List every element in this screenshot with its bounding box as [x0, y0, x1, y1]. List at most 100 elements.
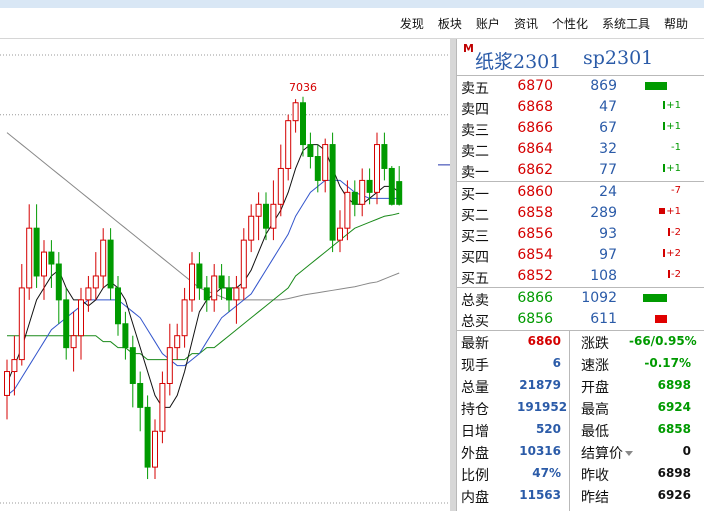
- ask-price: 6864: [517, 141, 553, 157]
- menu-help[interactable]: 帮助: [664, 15, 688, 32]
- stat-label: 总量: [461, 380, 489, 396]
- menu-personalize[interactable]: 个性化: [552, 15, 588, 32]
- candle-body: [211, 275, 218, 301]
- menu-system-tools[interactable]: 系统工具: [602, 15, 650, 32]
- candle-body: [366, 179, 373, 193]
- candle-body: [396, 181, 403, 205]
- bid-volume: 289: [590, 205, 617, 221]
- total-ask-volume: 1092: [581, 290, 617, 306]
- candle-body: [100, 239, 107, 277]
- total-bid-price: 6856: [517, 311, 553, 327]
- bid-row[interactable]: 买三 6856 93 -2: [457, 224, 704, 245]
- stat-value: 191952: [517, 400, 568, 414]
- stat-label: 开盘: [581, 380, 609, 396]
- total-bid-label: 总买: [461, 314, 489, 330]
- bid-label: 买五: [461, 271, 489, 287]
- ask-row[interactable]: 卖五 6870 869: [457, 76, 704, 97]
- ask-price: 6870: [517, 78, 553, 94]
- stats-row: 持仓 191952 最高 6924: [457, 397, 704, 419]
- ma5-line: [6, 144, 400, 408]
- stats-row: 外盘 10316 结算价 0: [457, 441, 704, 463]
- candle-body: [314, 156, 321, 181]
- candle-body: [255, 203, 262, 217]
- ask-row[interactable]: 卖四 6868 47 +1: [457, 97, 704, 118]
- stat-label: 最低: [581, 424, 609, 440]
- stat-value: 6858: [657, 422, 691, 436]
- candle-body: [292, 102, 299, 122]
- candle-body: [322, 144, 329, 181]
- change-tick-icon: [668, 270, 671, 278]
- bid-price: 6854: [517, 247, 553, 263]
- total-bid-bar: [655, 315, 667, 323]
- menu-discover[interactable]: 发现: [400, 15, 424, 32]
- ask-price: 6862: [517, 162, 553, 178]
- stat-value: -66/0.95%: [629, 334, 697, 348]
- candle-body: [18, 287, 25, 361]
- ask-row[interactable]: 卖一 6862 77 +1: [457, 160, 704, 181]
- ask-label: 卖三: [461, 123, 489, 139]
- ask-change: +1: [633, 163, 681, 174]
- candle-body: [218, 275, 225, 289]
- candle-body: [137, 382, 144, 408]
- ask-volume: 869: [590, 78, 617, 94]
- stat-label: 最高: [581, 402, 609, 418]
- high-price-label: 7036: [289, 81, 317, 94]
- stats-row: 日增 520 最低 6858: [457, 419, 704, 441]
- ask-row[interactable]: 卖三 6866 67 +1: [457, 118, 704, 139]
- candle-body: [55, 263, 62, 301]
- stat-value: 6860: [527, 334, 561, 348]
- menu-news[interactable]: 资讯: [514, 15, 538, 32]
- bid-row[interactable]: 买四 6854 97 +2: [457, 245, 704, 266]
- bid-row[interactable]: 买一 6860 24 -7: [457, 182, 704, 203]
- stat-value: -0.17%: [644, 356, 691, 370]
- candle-body: [4, 371, 10, 396]
- instrument-name: 纸浆2301: [475, 51, 562, 73]
- menu-list: 发现 板块 账户 资讯 个性化 系统工具 帮助: [386, 8, 688, 38]
- change-tick-icon: [663, 164, 666, 172]
- candle-body: [189, 263, 195, 301]
- stat-value: 6898: [657, 378, 691, 392]
- candle-body: [166, 347, 173, 384]
- candle-body: [48, 251, 55, 265]
- stat-label: 内盘: [461, 490, 489, 506]
- ask-row[interactable]: 卖二 6864 32 -1: [457, 139, 704, 160]
- bid-label: 买二: [461, 208, 489, 224]
- candle-body: [11, 359, 18, 373]
- bid-price: 6860: [517, 184, 553, 200]
- candle-body: [351, 191, 358, 205]
- candle-body: [263, 203, 269, 229]
- ask-change: +1: [633, 100, 681, 111]
- change-tick-icon: [663, 101, 666, 109]
- change-tick-icon: [663, 249, 666, 257]
- stat-value: 6898: [657, 466, 691, 480]
- candle-body: [144, 406, 151, 468]
- candle-body: [270, 203, 277, 229]
- stats-row: 比例 47% 昨收 6898: [457, 463, 704, 485]
- bid-label: 买四: [461, 250, 489, 266]
- candle-body: [233, 287, 240, 301]
- bid-change: +1: [633, 206, 681, 217]
- total-ask-label: 总卖: [461, 293, 489, 309]
- stat-label: 昨结: [581, 490, 609, 506]
- ask-label: 卖五: [461, 81, 489, 97]
- window-top-strip: [0, 0, 704, 8]
- stat-value: 6: [552, 356, 561, 370]
- bid-price: 6858: [517, 205, 553, 221]
- bid-row[interactable]: 买五 6852 108 -2: [457, 266, 704, 287]
- kline-chart[interactable]: 7036: [0, 39, 450, 511]
- bid-row[interactable]: 买二 6858 289 +1: [457, 203, 704, 224]
- menu-account[interactable]: 账户: [476, 15, 500, 32]
- candle-body: [248, 215, 255, 241]
- ask-volume: 77: [599, 162, 617, 178]
- stat-label: 外盘: [461, 446, 489, 462]
- candle-body: [344, 191, 351, 229]
- stat-label: 持仓: [461, 402, 489, 418]
- stat-label: 最新: [461, 336, 489, 352]
- candle-body: [78, 299, 84, 337]
- total-ask-row: 总卖 6866 1092: [457, 288, 704, 309]
- candle-body: [374, 144, 380, 193]
- bid-change: +2: [633, 248, 681, 259]
- settlement-label[interactable]: 结算价: [581, 443, 633, 463]
- menu-sector[interactable]: 板块: [438, 15, 462, 32]
- candle-body: [196, 263, 203, 289]
